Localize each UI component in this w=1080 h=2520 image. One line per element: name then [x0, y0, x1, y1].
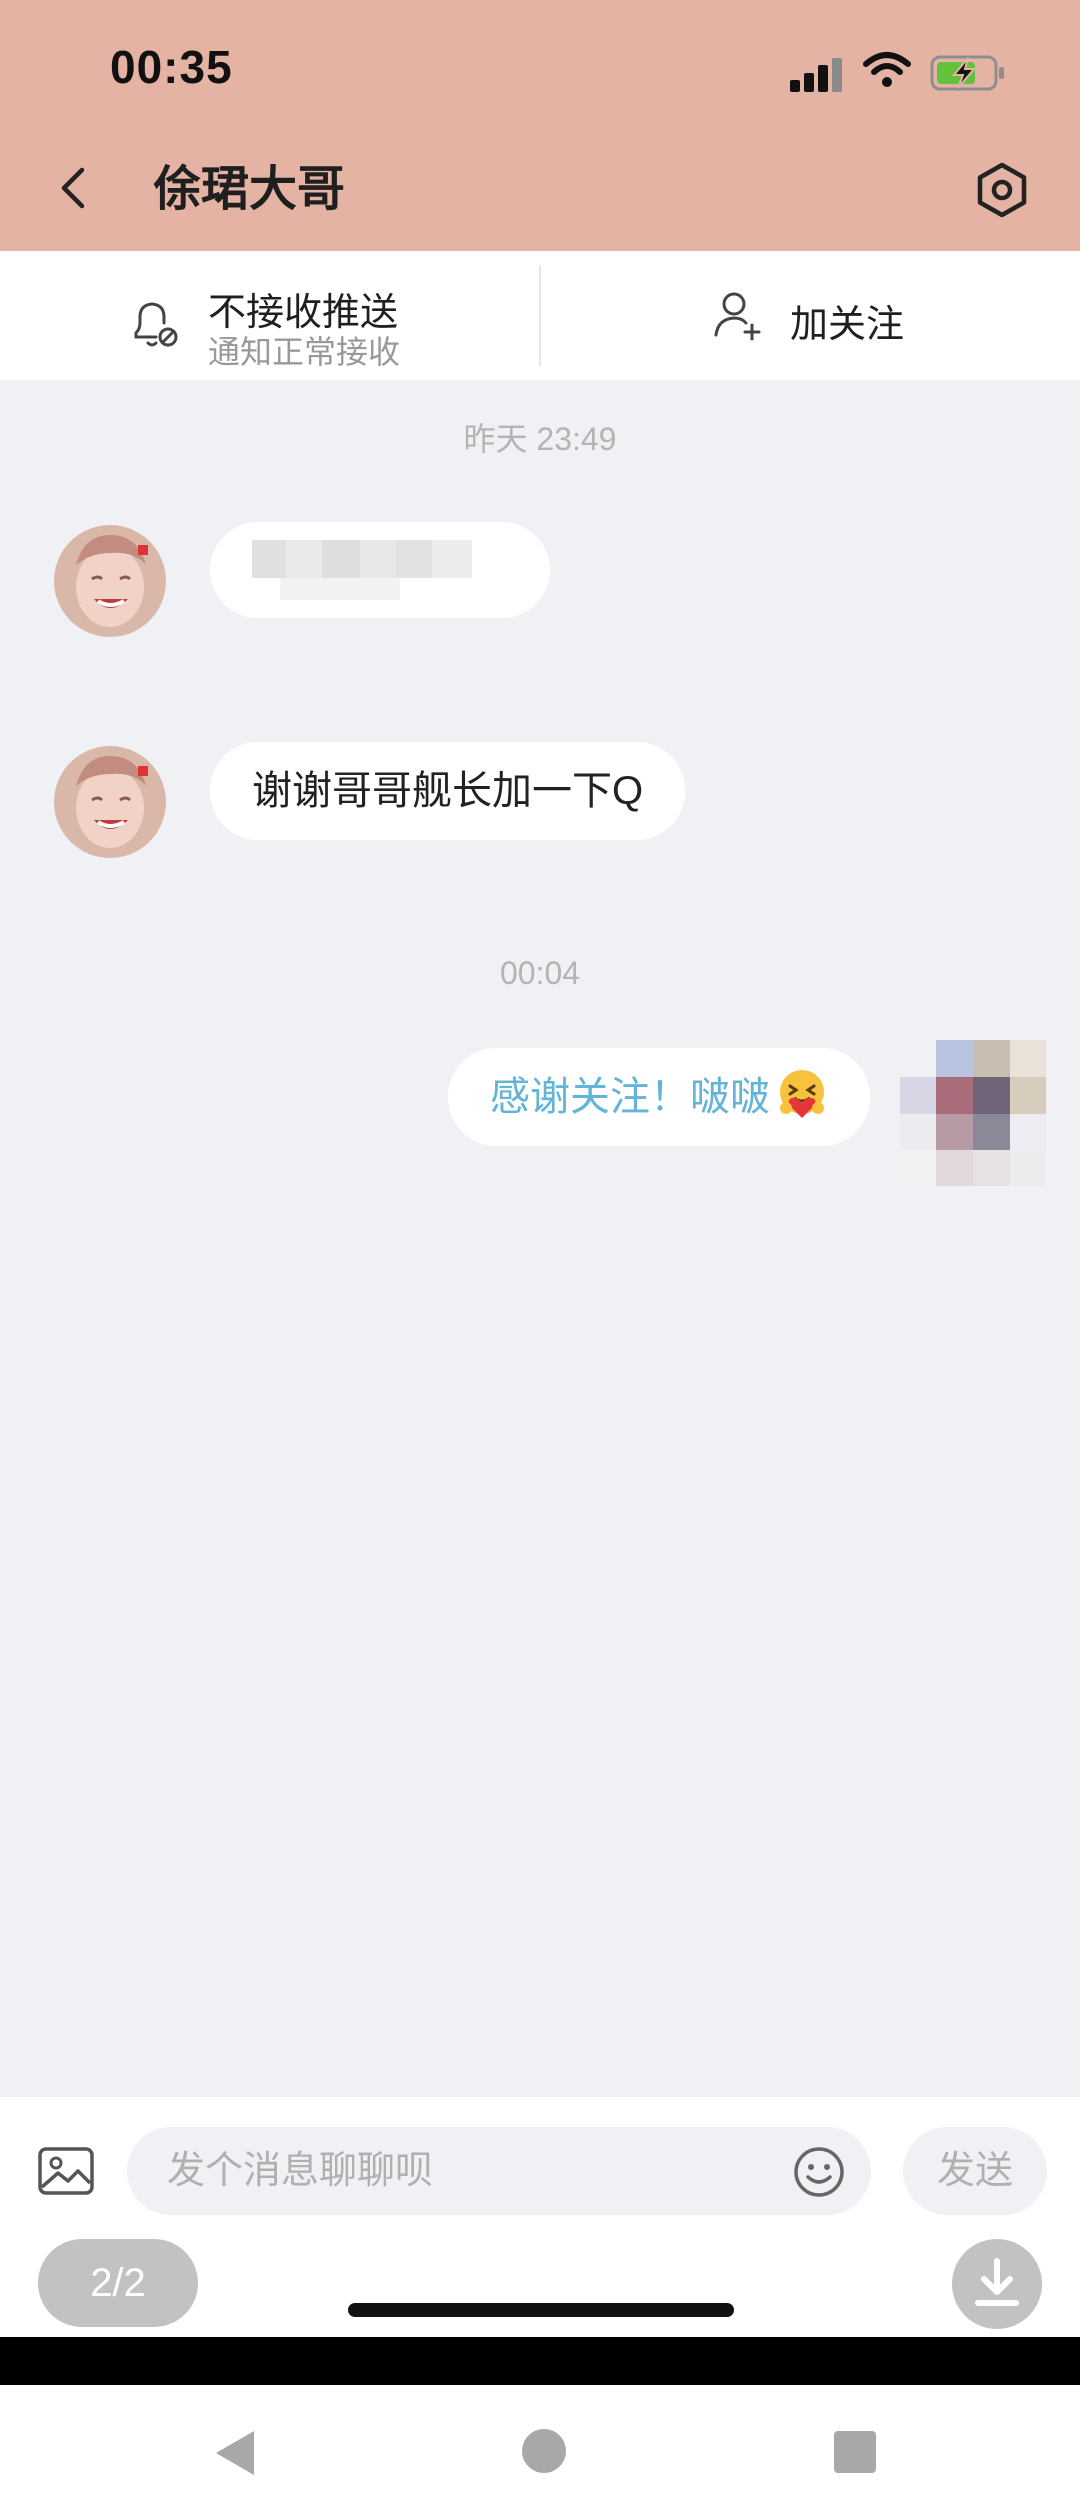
nav-recent-apps-icon[interactable] [834, 2431, 876, 2473]
download-icon [975, 2258, 1019, 2306]
message-timestamp: 00:04 [499, 955, 581, 991]
settings-icon[interactable] [972, 160, 1032, 220]
cellular-signal-icon [790, 56, 844, 92]
hugging-heart-emoji-icon [780, 1070, 824, 1118]
header-bar: 00:35 俆珺大哥 [0, 0, 1080, 251]
bell-muted-icon [134, 302, 178, 347]
emoji-picker-icon[interactable] [792, 2145, 846, 2199]
status-time: 00:35 [110, 41, 233, 93]
contact-avatar[interactable] [54, 525, 166, 637]
image-picker-icon[interactable] [36, 2141, 96, 2201]
system-nav-bar [0, 2385, 1080, 2520]
follow-label: 加关注 [790, 304, 905, 346]
download-button[interactable] [952, 2239, 1042, 2329]
chat-title: 俆珺大哥 [153, 163, 346, 216]
wifi-icon [863, 52, 911, 87]
face-photo-icon [54, 746, 166, 858]
push-setting-subtitle: 通知正常接收 [208, 334, 401, 370]
message-bubble-incoming[interactable]: 谢谢哥哥舰长加一下Q [210, 742, 686, 840]
contact-avatar[interactable] [54, 746, 166, 858]
action-divider [539, 265, 541, 366]
nav-home-icon[interactable] [522, 2429, 566, 2473]
message-bubble-blurred[interactable] [210, 522, 550, 618]
nav-back-icon[interactable] [210, 2427, 258, 2479]
push-setting-button[interactable]: 不接收推送 通知正常接收 [126, 265, 426, 370]
message-bubble-outgoing[interactable]: 感谢关注！啵啵 [448, 1048, 870, 1146]
action-bar: 不接收推送 通知正常接收 加关注 [0, 251, 1080, 380]
back-icon[interactable] [48, 160, 104, 216]
screen-divider [0, 2337, 1080, 2385]
follow-button[interactable]: 加关注 [710, 281, 930, 351]
send-button[interactable]: 发送 [903, 2127, 1047, 2215]
outgoing-message-text: 感谢关注！啵啵 [490, 1075, 770, 1119]
add-user-icon [714, 292, 761, 341]
input-bar: 发送 2/2 [0, 2097, 1080, 2337]
my-avatar-pixelated[interactable] [900, 1040, 1046, 1186]
face-photo-icon [54, 525, 166, 637]
battery-charging-icon [930, 55, 1004, 91]
home-indicator[interactable] [348, 2303, 734, 2317]
message-timestamp: 昨天 23:49 [463, 421, 617, 457]
message-input[interactable] [127, 2127, 871, 2215]
page-indicator: 2/2 [38, 2239, 198, 2327]
